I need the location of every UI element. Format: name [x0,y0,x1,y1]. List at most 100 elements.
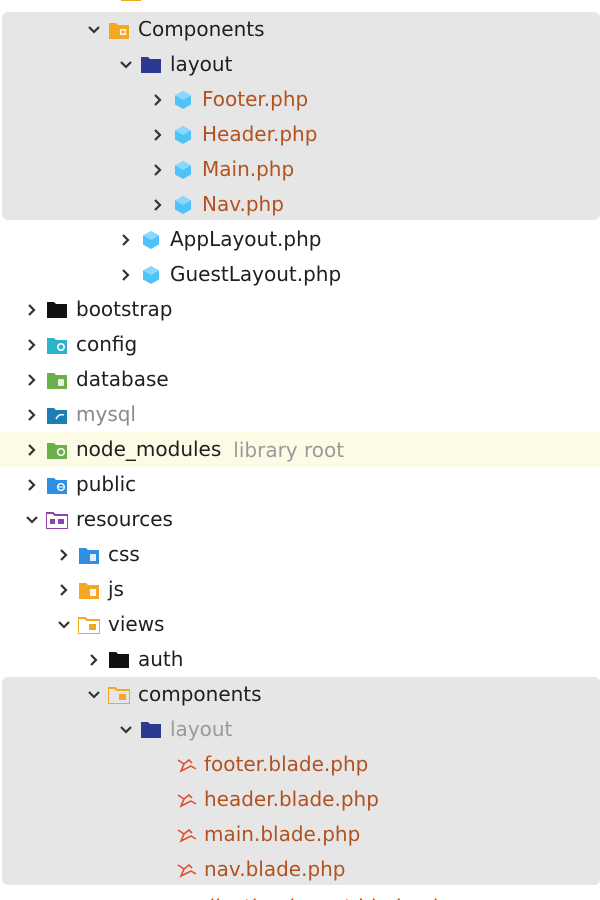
blade-file-icon [176,754,198,776]
tree-row-css[interactable]: css [0,537,600,572]
php-class-icon [172,159,194,181]
config-folder-icon [46,334,68,356]
tree-row-label: public [76,472,137,496]
partial-row-label: View [150,0,197,10]
tree-row-label: components [138,682,262,706]
chevron-right-icon[interactable] [18,432,46,467]
tree-row-label: footer.blade.php [204,752,369,776]
tree-row-footer-php[interactable]: Footer.php [0,82,600,117]
tree-row-js[interactable]: js [0,572,600,607]
tree-row-views[interactable]: views [0,607,600,642]
partial-row-label: application-layout.blade.php [172,890,458,900]
php-class-icon [172,124,194,146]
chevron-right-icon[interactable] [144,82,172,117]
tree-row-label: views [108,612,165,636]
tree-row-label: header.blade.php [204,787,379,811]
blade-file-icon [176,859,198,881]
chevron-down-icon[interactable] [80,677,108,712]
chevron-down-icon[interactable] [18,502,46,537]
tree-row-main-blade[interactable]: main.blade.php [0,817,600,852]
folder-icon [108,649,130,671]
node-modules-folder-icon [46,439,68,461]
tree-row-label: Nav.php [202,192,284,216]
mysql-folder-icon [46,404,68,426]
tree-row-main-php[interactable]: Main.php [0,152,600,187]
tree-row-label: mysql [76,402,136,426]
chevron-right-icon[interactable] [112,257,140,292]
tree-row-label: Header.php [202,122,318,146]
tree-row-layout[interactable]: layout [0,47,600,82]
tree-row-label: auth [138,647,184,671]
chevron-right-icon[interactable] [112,222,140,257]
folder-icon [120,0,142,4]
tree-row-label: css [108,542,140,566]
chevron-right-icon[interactable] [18,292,46,327]
chevron-down-icon[interactable] [112,712,140,747]
tree-row-label: layout [170,717,233,741]
resources-folder-icon [46,509,68,531]
chevron-right-icon[interactable] [50,537,78,572]
tree-row-label: database [76,367,169,391]
tree-row-applayout-php[interactable]: AppLayout.php [0,222,600,257]
tree-row-nav-blade[interactable]: nav.blade.php [0,852,600,887]
chevron-down-icon[interactable] [80,12,108,47]
blade-file-icon [176,789,198,811]
folder-icon [46,299,68,321]
tree-row-components[interactable]: Components [0,12,600,47]
tree-row-label: config [76,332,138,356]
php-class-icon [140,264,162,286]
tree-row-config[interactable]: config [0,327,600,362]
tree-row-label: Main.php [202,157,295,181]
chevron-down-icon[interactable] [50,607,78,642]
partial-row-top[interactable]: View [0,0,600,10]
component-folder-icon [108,19,130,41]
blade-file-icon [144,897,166,900]
tree-row-label: nav.blade.php [204,857,346,881]
php-class-icon [140,229,162,251]
database-folder-icon [46,369,68,391]
chevron-right-icon[interactable] [18,327,46,362]
chevron-right-icon[interactable] [144,187,172,222]
css-folder-icon [78,544,100,566]
public-folder-icon [46,474,68,496]
tree-row-label: node_modules [76,437,222,461]
tree-row-layout-views[interactable]: layout [0,712,600,747]
tree-row-mysql[interactable]: mysql [0,397,600,432]
tree-row-label: GuestLayout.php [170,262,342,286]
component-folder-icon [108,684,130,706]
project-tree: View Components layout Footer.php [0,0,600,900]
tree-row-label: AppLayout.php [170,227,322,251]
chevron-right-icon[interactable] [50,572,78,607]
tree-row-nav-php[interactable]: Nav.php [0,187,600,222]
tree-row-label: main.blade.php [204,822,361,846]
tree-row-public[interactable]: public [0,467,600,502]
chevron-right-icon[interactable] [144,152,172,187]
tree-row-guestlayout-php[interactable]: GuestLayout.php [0,257,600,292]
tree-row-header-blade[interactable]: header.blade.php [0,782,600,817]
tree-row-label: Components [138,17,265,41]
tree-row-resources[interactable]: resources [0,502,600,537]
tree-row-components-views[interactable]: components [0,677,600,712]
tree-row-header-php[interactable]: Header.php [0,117,600,152]
tree-row-label: layout [170,52,233,76]
js-folder-icon [78,579,100,601]
chevron-right-icon[interactable] [18,397,46,432]
chevron-right-icon[interactable] [18,467,46,502]
chevron-right-icon[interactable] [144,117,172,152]
tree-row-node-modules[interactable]: node_modules library root [0,432,600,467]
blade-file-icon [176,824,198,846]
chevron-down-icon[interactable] [112,47,140,82]
library-root-hint: library root [233,437,345,462]
chevron-right-icon[interactable] [18,362,46,397]
tree-row-label: resources [76,507,173,531]
partial-row-bottom[interactable]: application-layout.blade.php [0,890,600,900]
php-class-icon [172,194,194,216]
chevron-right-icon[interactable] [80,642,108,677]
tree-row-label: Footer.php [202,87,309,111]
tree-row-bootstrap[interactable]: bootstrap [0,292,600,327]
views-folder-icon [78,614,100,636]
tree-row-database[interactable]: database [0,362,600,397]
tree-row-label: js [108,577,124,601]
tree-row-footer-blade[interactable]: footer.blade.php [0,747,600,782]
tree-row-auth[interactable]: auth [0,642,600,677]
